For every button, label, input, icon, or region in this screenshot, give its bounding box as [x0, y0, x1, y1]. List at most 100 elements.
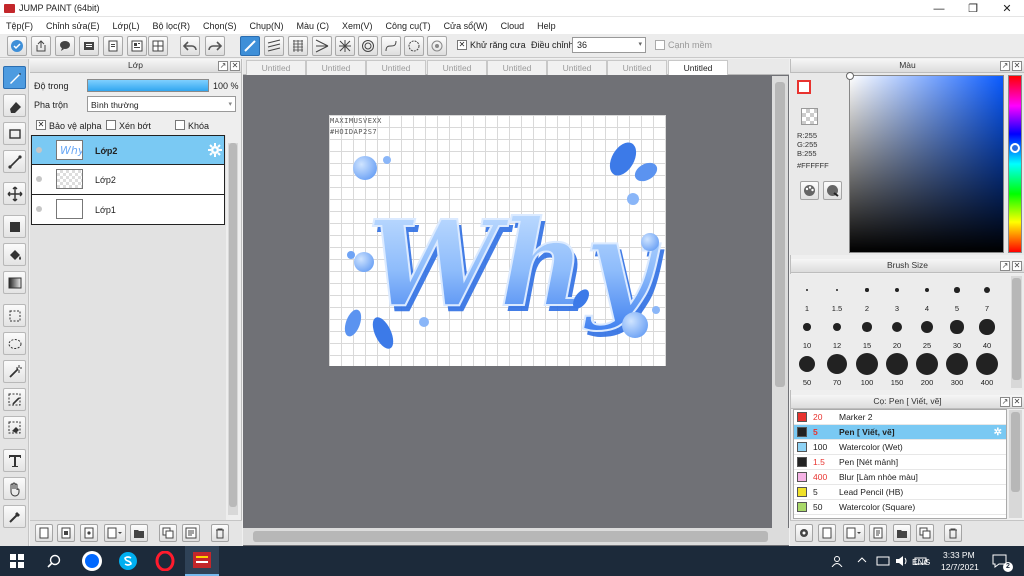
rectangle-tool[interactable]	[3, 122, 26, 145]
speech-bubble-button[interactable]	[55, 36, 75, 56]
add-layer-dropdown-button[interactable]	[104, 524, 126, 542]
menu-capture[interactable]: Chụp(N)	[250, 21, 284, 31]
canvas-vertical-scrollbar[interactable]	[772, 76, 788, 528]
circle-snap-button[interactable]	[358, 36, 378, 56]
snap-settings-button[interactable]	[427, 36, 447, 56]
tab-untitled[interactable]: Untitled	[547, 60, 607, 75]
bucket-tool[interactable]	[3, 243, 26, 266]
tab-untitled[interactable]: Untitled	[427, 60, 487, 75]
brush-size-option[interactable]: 15	[852, 315, 882, 350]
tab-untitled[interactable]: Untitled	[487, 60, 547, 75]
close-button[interactable]: ✕	[990, 0, 1024, 17]
volume-icon[interactable]	[895, 555, 909, 567]
adjust-value-input[interactable]: 36 ▾	[572, 37, 646, 53]
brush-size-scrollbar[interactable]	[1011, 276, 1022, 388]
menu-filter[interactable]: Bộ lọc(R)	[152, 21, 190, 31]
menu-file[interactable]: Tệp(F)	[6, 21, 33, 31]
people-icon[interactable]	[831, 555, 843, 567]
antialias-checkbox[interactable]: ✕	[457, 40, 467, 50]
brush-size-option[interactable]: 1	[792, 278, 822, 313]
menu-tools[interactable]: Công cụ(T)	[386, 21, 431, 31]
panel-close-button[interactable]: ✕	[1012, 261, 1022, 271]
tool-list-scroll-thumb[interactable]	[1011, 412, 1020, 492]
tool-preset-row[interactable]: 100 Watercolor (Wet)	[794, 440, 1006, 455]
new-layer-button[interactable]	[35, 524, 53, 542]
menu-edit[interactable]: Chỉnh sửa(E)	[46, 21, 100, 31]
clipping-checkbox[interactable]	[106, 120, 116, 130]
chevron-up-icon[interactable]	[857, 555, 867, 565]
layer-list-scrollbar[interactable]	[228, 143, 238, 515]
layer-properties-button[interactable]	[182, 524, 200, 542]
brush-size-option[interactable]: 20	[882, 315, 912, 350]
hue-slider[interactable]	[1008, 75, 1022, 253]
drawing-canvas[interactable]: MAXIMUSVEXX #HOIDAP2S7 Why Why	[329, 115, 666, 366]
new-layer-copy-button[interactable]	[57, 524, 75, 542]
page-button[interactable]	[103, 36, 123, 56]
saturation-value-picker[interactable]	[846, 72, 1004, 253]
blend-mode-select[interactable]: Bình thường ▾	[87, 96, 236, 112]
radial-snap-button[interactable]	[335, 36, 355, 56]
clock-date[interactable]: 12/7/2021	[941, 562, 979, 572]
new-tool-button[interactable]	[818, 524, 836, 542]
delete-tool-button[interactable]	[944, 524, 962, 542]
layout-button[interactable]	[127, 36, 147, 56]
hand-tool[interactable]	[3, 477, 26, 500]
brush-size-option[interactable]: 300	[942, 352, 972, 387]
tool-list-scrollbar[interactable]	[1009, 410, 1022, 518]
caption-button[interactable]	[79, 36, 99, 56]
color-palette-button[interactable]	[800, 181, 819, 200]
jump-paint-taskbar-icon[interactable]	[185, 546, 219, 576]
tool-preset-row[interactable]: 5 Pen [ Viết, vẽ] ✲	[794, 425, 1006, 440]
brush-size-option[interactable]: 150	[882, 352, 912, 387]
brush-size-option[interactable]: 2	[852, 278, 882, 313]
zalo-app-icon[interactable]	[75, 546, 109, 576]
menu-view[interactable]: Xem(V)	[342, 21, 373, 31]
eraser-tool[interactable]	[3, 94, 26, 117]
windows-start-icon[interactable]	[0, 546, 34, 576]
select-rect-tool[interactable]	[3, 304, 26, 327]
pen-tool[interactable]	[3, 66, 26, 89]
brush-size-option[interactable]: 30	[942, 315, 972, 350]
tool-preset-row[interactable]: 50 Watercolor (Square)	[794, 500, 1006, 515]
horizontal-scroll-thumb[interactable]	[253, 531, 768, 542]
magic-wand-tool[interactable]	[3, 360, 26, 383]
panel-float-button[interactable]: ↗	[1000, 261, 1010, 271]
input-language[interactable]: ENG	[912, 557, 930, 567]
menu-cloud[interactable]: Cloud	[501, 21, 525, 31]
skype-app-icon[interactable]	[111, 546, 145, 576]
layer-row[interactable]: Lớp1	[31, 195, 225, 225]
panel-close-button[interactable]: ✕	[230, 61, 240, 71]
tool-preset-row[interactable]: 20 Marker 2	[794, 410, 1006, 425]
brush-size-option[interactable]: 200	[912, 352, 942, 387]
soft-edge-checkbox[interactable]	[655, 40, 665, 50]
curve-snap-button[interactable]	[381, 36, 401, 56]
primary-color-swatch[interactable]	[797, 80, 811, 94]
opacity-slider[interactable]	[87, 79, 209, 92]
brush-size-option[interactable]: 40	[972, 315, 1002, 350]
tab-untitled[interactable]: Untitled	[306, 60, 366, 75]
layer-list-scroll-thumb[interactable]	[229, 143, 237, 507]
undo-button[interactable]	[180, 36, 200, 56]
crosshatch-snap-button[interactable]	[288, 36, 308, 56]
layer-settings-gear-icon[interactable]	[208, 143, 222, 157]
search-icon[interactable]	[37, 546, 71, 576]
tool-preset-row[interactable]: 400 Blur [Làm nhòe màu]	[794, 470, 1006, 485]
export-button[interactable]	[31, 36, 51, 56]
menu-select[interactable]: Chọn(S)	[203, 21, 237, 31]
tool-folder-button[interactable]	[893, 524, 911, 542]
color-picker-cursor[interactable]	[846, 72, 854, 80]
menu-window[interactable]: Cửa sổ(W)	[444, 21, 488, 31]
layer-row[interactable]: Lớp2	[31, 165, 225, 195]
layer-visibility-toggle[interactable]	[36, 176, 42, 182]
panel-close-button[interactable]: ✕	[1012, 397, 1022, 407]
opera-browser-icon[interactable]	[148, 546, 182, 576]
grid-settings-button[interactable]	[148, 36, 168, 56]
merge-layer-button[interactable]	[159, 524, 177, 542]
select-pen-tool[interactable]	[3, 388, 26, 411]
tab-untitled[interactable]: Untitled	[366, 60, 426, 75]
brush-size-option[interactable]: 10	[792, 315, 822, 350]
brush-size-option[interactable]: 100	[852, 352, 882, 387]
menu-help[interactable]: Help	[537, 21, 556, 31]
select-eraser-tool[interactable]	[3, 416, 26, 439]
layer-visibility-toggle[interactable]	[36, 206, 42, 212]
